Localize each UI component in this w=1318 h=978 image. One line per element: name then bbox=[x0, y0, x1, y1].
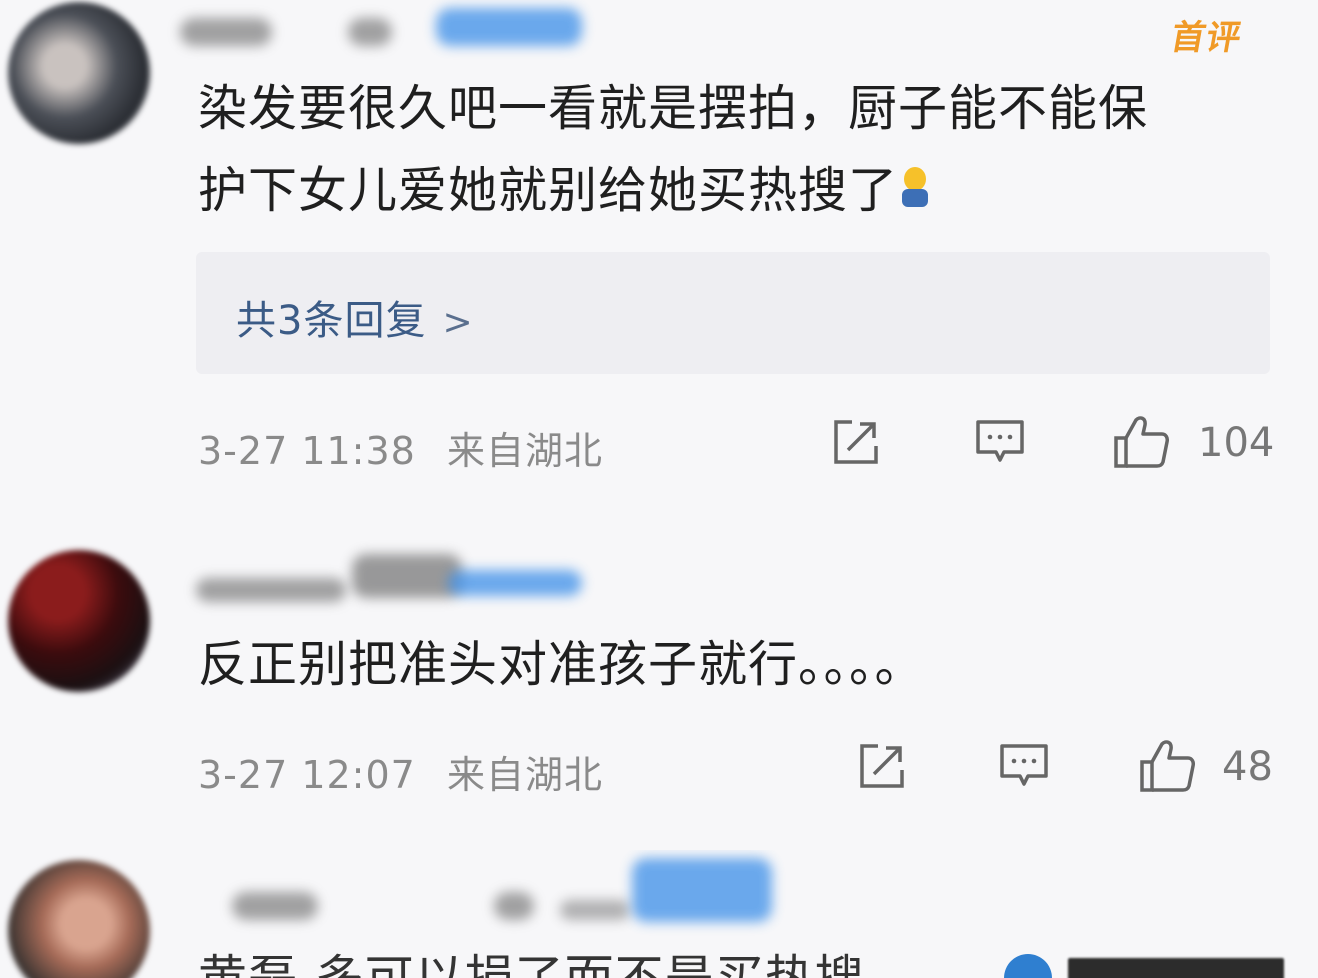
comment-icon[interactable] bbox=[974, 416, 1026, 468]
avatar[interactable] bbox=[8, 860, 150, 978]
view-replies-link[interactable]: 共3条回复 > bbox=[236, 288, 474, 346]
user-badge-blurred bbox=[436, 8, 582, 46]
username-blurred[interactable] bbox=[196, 578, 346, 602]
comment-text-line: 护下女儿爱她就别给她买热搜了 bbox=[198, 150, 1148, 232]
username-blurred[interactable] bbox=[232, 892, 318, 920]
user-badge-blurred bbox=[632, 858, 772, 922]
image-thumbnail[interactable] bbox=[1068, 958, 1284, 978]
comment-text: 黄磊 多可以捐了而不是买热搜 bbox=[198, 938, 865, 978]
username-blurred[interactable] bbox=[180, 18, 272, 46]
timestamp: 3-27 12:07 bbox=[198, 753, 416, 797]
comment-item: 反正别把准头对准孩子就行。。。。 3-27 12:07 来自湖北 48 bbox=[0, 540, 1318, 840]
username-blurred[interactable] bbox=[352, 554, 462, 598]
comment-text: 反正别把准头对准孩子就行。。。。 bbox=[198, 636, 925, 693]
location: 来自湖北 bbox=[446, 753, 603, 797]
username-blurred[interactable] bbox=[494, 892, 534, 920]
avatar[interactable] bbox=[8, 2, 150, 144]
thumbs-up-icon[interactable] bbox=[1112, 412, 1170, 470]
comment-text: 染发要很久吧一看就是摆拍，厨子能不能保 护下女儿爱她就别给她买热搜了 bbox=[198, 68, 1148, 232]
timestamp: 3-27 11:38 bbox=[198, 429, 416, 473]
like-count: 48 bbox=[1222, 744, 1273, 790]
thumbs-up-icon[interactable] bbox=[1138, 736, 1196, 794]
username-blurred[interactable] bbox=[560, 900, 630, 920]
share-icon[interactable] bbox=[830, 416, 882, 468]
share-icon[interactable] bbox=[856, 740, 908, 792]
replies-box[interactable]: 共3条回复 > bbox=[196, 252, 1270, 374]
comment-item: 首评 染发要很久吧一看就是摆拍，厨子能不能保 护下女儿爱她就别给她买热搜了 共3… bbox=[0, 0, 1318, 500]
comment-text-line: 染发要很久吧一看就是摆拍，厨子能不能保 bbox=[198, 80, 1149, 137]
comment-icon[interactable] bbox=[998, 740, 1050, 792]
first-comment-badge: 首评 bbox=[1167, 18, 1245, 58]
comment-meta: 3-27 11:38 来自湖北 bbox=[198, 420, 603, 475]
user-badge-blurred bbox=[448, 570, 582, 596]
avatar[interactable] bbox=[8, 550, 150, 692]
emoji-icon bbox=[898, 165, 932, 211]
username-blurred[interactable] bbox=[348, 18, 392, 46]
location: 来自湖北 bbox=[446, 429, 603, 473]
chevron-right-icon: > bbox=[442, 302, 474, 343]
like-count: 104 bbox=[1198, 420, 1275, 466]
comment-meta: 3-27 12:07 来自湖北 bbox=[198, 744, 603, 799]
